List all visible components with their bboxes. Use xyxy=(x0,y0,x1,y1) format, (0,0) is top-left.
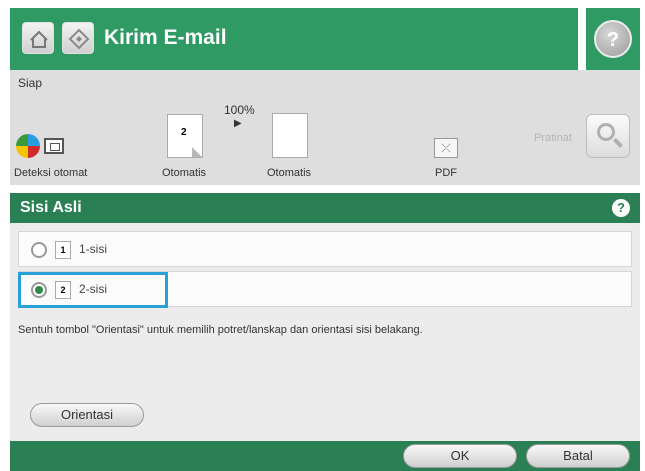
home-icon xyxy=(30,30,48,48)
header: Kirim E-mail ? xyxy=(0,0,645,77)
orientation-button[interactable]: Orientasi xyxy=(30,403,144,427)
color-mode-icon[interactable] xyxy=(16,134,40,158)
paper-setting-label: Otomatis xyxy=(267,167,312,179)
ok-button[interactable]: OK xyxy=(403,444,517,468)
settings-panel: Siap 100% ▶ Deteksi otomat 2 Otomatis Ot… xyxy=(10,70,640,185)
option-1-sided[interactable]: 1 1-sisi xyxy=(18,231,632,267)
option-2-sided-label: 2-sisi xyxy=(79,282,108,296)
file-type-label: PDF xyxy=(435,167,457,179)
status-text: Siap xyxy=(18,76,43,90)
page-fold-icon xyxy=(192,147,202,157)
dialog-help-icon[interactable]: ? xyxy=(612,199,630,217)
help-icon: ? xyxy=(594,20,632,58)
option-2-sided[interactable]: 2 2-sisi xyxy=(18,271,632,307)
svg-text:?: ? xyxy=(607,29,619,51)
help-button[interactable]: ? xyxy=(586,8,640,70)
original-sides-dialog: Sisi Asli ? 1 1-sisi 2 2-sisi Sentuh tom… xyxy=(10,193,640,471)
page-title: Kirim E-mail xyxy=(104,26,227,49)
app-icon-button xyxy=(62,22,94,54)
instruction-text: Sentuh tombol "Orientasi" untuk memilih … xyxy=(18,324,423,336)
zoom-label: 100% xyxy=(224,103,255,117)
file-type-icon[interactable]: ⤫ xyxy=(434,138,458,158)
magnifier-icon xyxy=(597,123,615,141)
dialog-footer: OK Batal xyxy=(10,441,640,471)
preview-button[interactable] xyxy=(586,114,630,158)
sides-setting-label: Otomatis xyxy=(162,167,207,179)
paper-setting-button[interactable] xyxy=(272,113,308,158)
radio-1-sided[interactable] xyxy=(31,242,47,258)
option-1-sided-label: 1-sisi xyxy=(79,242,108,256)
cancel-button[interactable]: Batal xyxy=(526,444,630,468)
sides-number: 2 xyxy=(181,127,187,138)
home-button[interactable] xyxy=(22,22,54,54)
radio-2-sided[interactable] xyxy=(31,282,47,298)
screen: Kirim E-mail ? Siap 100% ▶ Deteksi otoma… xyxy=(0,0,645,471)
two-sided-icon: 2 xyxy=(55,281,71,299)
scan-mode-icon[interactable] xyxy=(44,138,64,154)
dialog-title: Sisi Asli xyxy=(20,199,82,216)
color-mode-label: Deteksi otomat xyxy=(14,167,88,179)
magnifier-handle xyxy=(613,138,623,148)
title-bar: Kirim E-mail xyxy=(10,8,578,70)
dialog-header: Sisi Asli ? xyxy=(10,193,640,223)
sides-setting-button[interactable]: 2 xyxy=(167,114,203,158)
one-sided-icon: 1 xyxy=(55,241,71,259)
preview-label: Pratinat xyxy=(534,132,572,144)
zoom-arrow-icon: ▶ xyxy=(234,118,242,129)
email-app-icon xyxy=(68,28,90,50)
